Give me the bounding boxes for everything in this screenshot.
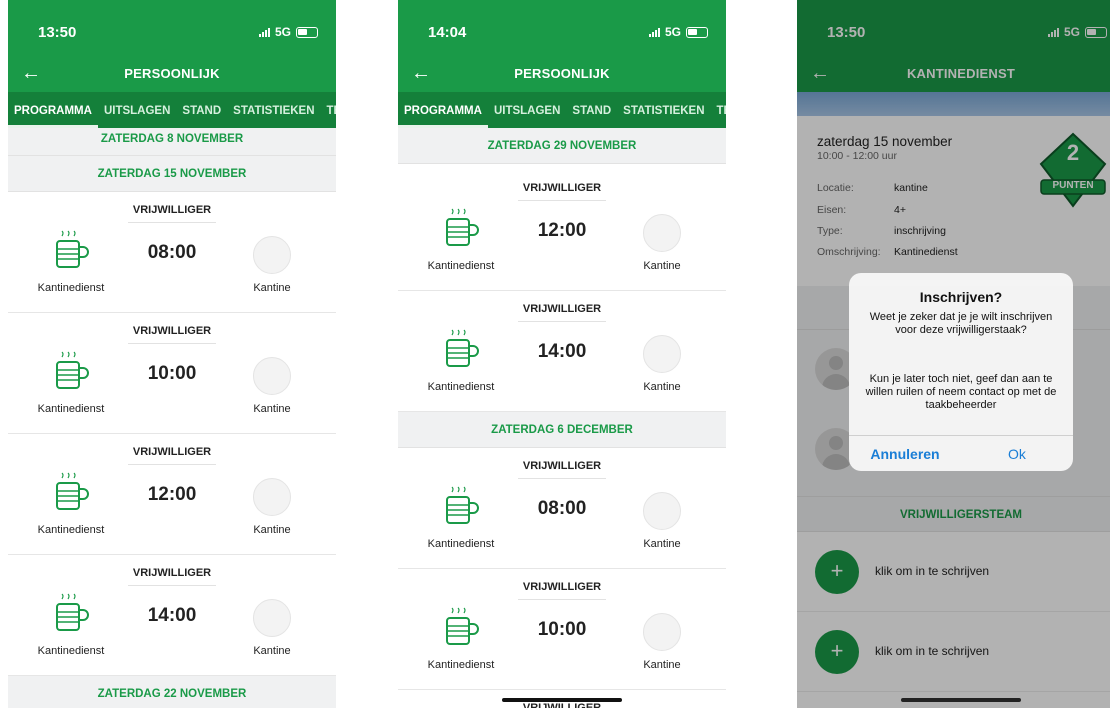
task-card[interactable]: VRIJWILLIGER Kantinedienst 14:00 Kantine xyxy=(398,291,726,412)
task-card[interactable]: VRIJWILLIGER Kantinedienst 08:00 Kantine xyxy=(398,448,726,569)
task-type: VRIJWILLIGER xyxy=(522,581,602,593)
tab-stand[interactable]: STAND xyxy=(566,92,617,128)
location-avatar xyxy=(253,478,291,516)
task-name: Kantinedienst xyxy=(427,381,495,393)
screen-kantinedienst: 13:50 5G ← KANTINEDIENST zaterdag 15 nov… xyxy=(797,0,1110,708)
task-type: VRIJWILLIGER xyxy=(132,567,212,579)
home-indicator xyxy=(901,698,1021,702)
tab-stand[interactable]: STAND xyxy=(176,92,227,128)
task-location: Kantine xyxy=(643,538,681,550)
task-type: VRIJWILLIGER xyxy=(132,325,212,337)
tab-statistieken[interactable]: STATISTIEKEN xyxy=(617,92,710,128)
battery-icon xyxy=(296,26,318,38)
tab-statistieken[interactable]: STATISTIEKEN xyxy=(227,92,320,128)
task-type: VRIJWILLIGER xyxy=(522,182,602,194)
location-avatar xyxy=(643,335,681,373)
task-location: Kantine xyxy=(253,403,291,415)
page-title: PERSOONLIJK xyxy=(124,66,220,81)
home-indicator xyxy=(502,698,622,702)
date-header[interactable]: ZATERDAG 8 NOVEMBER xyxy=(8,128,336,156)
task-location: Kantine xyxy=(253,645,291,657)
network-label: 5G xyxy=(274,25,291,39)
task-name: Kantinedienst xyxy=(427,260,495,272)
tab-bar: PROGRAMMA UITSLAGEN STAND STATISTIEKEN T… xyxy=(398,92,726,128)
task-location: Kantine xyxy=(643,260,681,272)
location-avatar xyxy=(253,236,291,274)
confirm-dialog: Inschrijven? Weet je zeker dat je je wil… xyxy=(849,273,1073,471)
status-time: 14:04 xyxy=(428,24,467,41)
tab-team[interactable]: TE xyxy=(711,92,726,128)
screen-programma-2: 14:04 5G ← PERSOONLIJK PROGRAMMA UITSLAG… xyxy=(398,0,726,708)
task-card[interactable]: VRIJWILLIGER Kantinedienst 10:00 Kantine xyxy=(8,313,336,434)
date-header[interactable]: ZATERDAG 22 NOVEMBER xyxy=(8,676,336,708)
date-header[interactable]: ZATERDAG 15 NOVEMBER xyxy=(8,156,336,192)
task-location: Kantine xyxy=(253,282,291,294)
date-header[interactable]: ZATERDAG 6 DECEMBER xyxy=(398,412,726,448)
location-avatar xyxy=(643,492,681,530)
task-location: Kantine xyxy=(643,381,681,393)
tab-programma[interactable]: PROGRAMMA xyxy=(8,92,98,128)
status-bar: 13:50 5G xyxy=(8,0,336,56)
screen-programma-1: 13:50 5G ← PERSOONLIJK PROGRAMMA UITSLAG… xyxy=(8,0,336,708)
task-type: VRIJWILLIGER xyxy=(132,204,212,216)
task-name: Kantinedienst xyxy=(37,403,105,415)
task-name: Kantinedienst xyxy=(37,524,105,536)
task-name: Kantinedienst xyxy=(37,282,105,294)
tab-bar: PROGRAMMA UITSLAGEN STAND STATISTIEKEN T… xyxy=(8,92,336,128)
task-name: Kantinedienst xyxy=(427,659,495,671)
task-card[interactable]: VRIJWILLIGER Kantinedienst 12:00 Kantine xyxy=(398,170,726,291)
task-card[interactable]: VRIJWILLIGER Kantinedienst 12:00 Kantine xyxy=(8,434,336,555)
task-name: Kantinedienst xyxy=(427,538,495,550)
status-time: 13:50 xyxy=(38,24,77,41)
task-location: Kantine xyxy=(643,659,681,671)
signal-icon xyxy=(258,27,270,37)
location-avatar xyxy=(253,357,291,395)
task-type: VRIJWILLIGER xyxy=(522,460,602,472)
location-avatar xyxy=(643,613,681,651)
cancel-button[interactable]: Annuleren xyxy=(849,436,961,471)
tab-team[interactable]: TE xyxy=(321,92,336,128)
task-card[interactable]: VRIJWILLIGER Kantinedienst 08:00 Kantine xyxy=(8,192,336,313)
location-avatar xyxy=(253,599,291,637)
task-location: Kantine xyxy=(253,524,291,536)
tab-programma[interactable]: PROGRAMMA xyxy=(398,92,488,128)
task-type: VRIJWILLIGER xyxy=(522,702,602,708)
battery-icon xyxy=(686,26,708,38)
program-list: ZATERDAG 8 NOVEMBER ZATERDAG 15 NOVEMBER… xyxy=(8,128,336,708)
ok-button[interactable]: Ok xyxy=(961,436,1073,471)
dialog-message: Weet je zeker dat je je wilt inschrijven… xyxy=(869,311,1053,336)
task-type: VRIJWILLIGER xyxy=(132,446,212,458)
nav-bar: ← PERSOONLIJK xyxy=(8,56,336,92)
date-header[interactable]: ZATERDAG 29 NOVEMBER xyxy=(398,128,726,164)
signal-icon xyxy=(648,27,660,37)
tab-uitslagen[interactable]: UITSLAGEN xyxy=(488,92,566,128)
task-name: Kantinedienst xyxy=(37,645,105,657)
task-card[interactable]: VRIJWILLIGER Kantinedienst 14:00 Kantine xyxy=(8,555,336,676)
dialog-title: Inschrijven? xyxy=(919,289,1003,305)
tab-uitslagen[interactable]: UITSLAGEN xyxy=(98,92,176,128)
network-label: 5G xyxy=(664,25,681,39)
nav-bar: ← PERSOONLIJK xyxy=(398,56,726,92)
location-avatar xyxy=(643,214,681,252)
status-bar: 14:04 5G xyxy=(398,0,726,56)
task-card[interactable]: VRIJWILLIGER Kantinedienst 10:00 Kantine xyxy=(398,569,726,690)
program-list: ZATERDAG 29 NOVEMBER VRIJWILLIGER Kantin… xyxy=(398,128,726,708)
task-type: VRIJWILLIGER xyxy=(522,303,602,315)
dialog-message-secondary: Kun je later toch niet, geef dan aan te … xyxy=(865,373,1057,411)
page-title: PERSOONLIJK xyxy=(514,66,610,81)
